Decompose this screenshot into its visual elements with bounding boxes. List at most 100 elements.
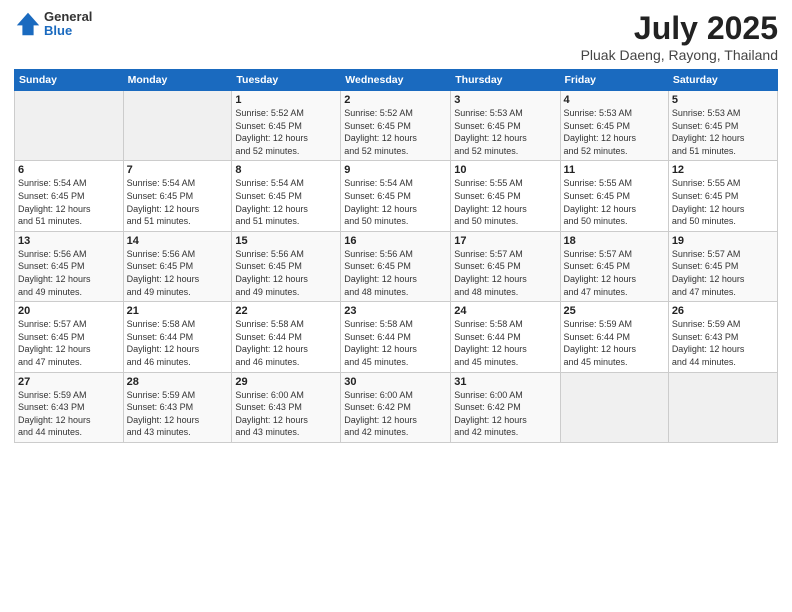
day-number: 16 — [344, 235, 447, 247]
day-number: 24 — [454, 305, 556, 317]
calendar-cell: 9Sunrise: 5:54 AM Sunset: 6:45 PM Daylig… — [341, 161, 451, 231]
day-info: Sunrise: 5:55 AM Sunset: 6:45 PM Dayligh… — [564, 177, 665, 227]
calendar-cell: 17Sunrise: 5:57 AM Sunset: 6:45 PM Dayli… — [451, 231, 560, 301]
day-number: 10 — [454, 164, 556, 176]
weekday-header: Saturday — [668, 70, 777, 91]
day-number: 25 — [564, 305, 665, 317]
weekday-header: Tuesday — [232, 70, 341, 91]
day-info: Sunrise: 5:57 AM Sunset: 6:45 PM Dayligh… — [672, 248, 774, 298]
weekday-header: Thursday — [451, 70, 560, 91]
weekday-header: Monday — [123, 70, 232, 91]
calendar-cell: 2Sunrise: 5:52 AM Sunset: 6:45 PM Daylig… — [341, 91, 451, 161]
calendar-week-row: 20Sunrise: 5:57 AM Sunset: 6:45 PM Dayli… — [15, 302, 778, 372]
day-number: 12 — [672, 164, 774, 176]
calendar-cell: 23Sunrise: 5:58 AM Sunset: 6:44 PM Dayli… — [341, 302, 451, 372]
calendar-cell: 5Sunrise: 5:53 AM Sunset: 6:45 PM Daylig… — [668, 91, 777, 161]
day-info: Sunrise: 5:59 AM Sunset: 6:43 PM Dayligh… — [672, 318, 774, 368]
day-info: Sunrise: 5:54 AM Sunset: 6:45 PM Dayligh… — [235, 177, 337, 227]
day-info: Sunrise: 5:55 AM Sunset: 6:45 PM Dayligh… — [672, 177, 774, 227]
calendar-cell: 26Sunrise: 5:59 AM Sunset: 6:43 PM Dayli… — [668, 302, 777, 372]
calendar-cell: 19Sunrise: 5:57 AM Sunset: 6:45 PM Dayli… — [668, 231, 777, 301]
calendar-cell: 30Sunrise: 6:00 AM Sunset: 6:42 PM Dayli… — [341, 372, 451, 442]
day-info: Sunrise: 5:53 AM Sunset: 6:45 PM Dayligh… — [564, 107, 665, 157]
day-info: Sunrise: 5:56 AM Sunset: 6:45 PM Dayligh… — [127, 248, 229, 298]
day-number: 17 — [454, 235, 556, 247]
day-number: 29 — [235, 376, 337, 388]
day-info: Sunrise: 6:00 AM Sunset: 6:42 PM Dayligh… — [344, 389, 447, 439]
calendar-cell: 10Sunrise: 5:55 AM Sunset: 6:45 PM Dayli… — [451, 161, 560, 231]
day-info: Sunrise: 6:00 AM Sunset: 6:42 PM Dayligh… — [454, 389, 556, 439]
logo-text: General Blue — [44, 10, 92, 39]
day-info: Sunrise: 5:58 AM Sunset: 6:44 PM Dayligh… — [344, 318, 447, 368]
day-number: 11 — [564, 164, 665, 176]
day-number: 30 — [344, 376, 447, 388]
calendar-cell: 21Sunrise: 5:58 AM Sunset: 6:44 PM Dayli… — [123, 302, 232, 372]
calendar-cell: 18Sunrise: 5:57 AM Sunset: 6:45 PM Dayli… — [560, 231, 668, 301]
calendar-cell: 31Sunrise: 6:00 AM Sunset: 6:42 PM Dayli… — [451, 372, 560, 442]
day-info: Sunrise: 5:52 AM Sunset: 6:45 PM Dayligh… — [235, 107, 337, 157]
calendar-cell: 28Sunrise: 5:59 AM Sunset: 6:43 PM Dayli… — [123, 372, 232, 442]
day-info: Sunrise: 5:57 AM Sunset: 6:45 PM Dayligh… — [18, 318, 120, 368]
day-number: 19 — [672, 235, 774, 247]
calendar-cell: 4Sunrise: 5:53 AM Sunset: 6:45 PM Daylig… — [560, 91, 668, 161]
title-block: July 2025 Pluak Daeng, Rayong, Thailand — [581, 10, 778, 63]
calendar-cell: 3Sunrise: 5:53 AM Sunset: 6:45 PM Daylig… — [451, 91, 560, 161]
day-number: 5 — [672, 94, 774, 106]
calendar-week-row: 6Sunrise: 5:54 AM Sunset: 6:45 PM Daylig… — [15, 161, 778, 231]
page-header: General Blue July 2025 Pluak Daeng, Rayo… — [14, 10, 778, 63]
day-info: Sunrise: 5:53 AM Sunset: 6:45 PM Dayligh… — [454, 107, 556, 157]
weekday-header-row: SundayMondayTuesdayWednesdayThursdayFrid… — [15, 70, 778, 91]
calendar-cell: 29Sunrise: 6:00 AM Sunset: 6:43 PM Dayli… — [232, 372, 341, 442]
logo-blue: Blue — [44, 24, 92, 38]
day-info: Sunrise: 5:59 AM Sunset: 6:43 PM Dayligh… — [18, 389, 120, 439]
day-info: Sunrise: 5:57 AM Sunset: 6:45 PM Dayligh… — [564, 248, 665, 298]
day-number: 8 — [235, 164, 337, 176]
calendar-cell: 8Sunrise: 5:54 AM Sunset: 6:45 PM Daylig… — [232, 161, 341, 231]
calendar-cell: 16Sunrise: 5:56 AM Sunset: 6:45 PM Dayli… — [341, 231, 451, 301]
day-info: Sunrise: 5:52 AM Sunset: 6:45 PM Dayligh… — [344, 107, 447, 157]
day-info: Sunrise: 5:56 AM Sunset: 6:45 PM Dayligh… — [344, 248, 447, 298]
day-info: Sunrise: 5:54 AM Sunset: 6:45 PM Dayligh… — [127, 177, 229, 227]
day-number: 4 — [564, 94, 665, 106]
day-number: 2 — [344, 94, 447, 106]
weekday-header: Friday — [560, 70, 668, 91]
day-number: 21 — [127, 305, 229, 317]
day-number: 18 — [564, 235, 665, 247]
subtitle: Pluak Daeng, Rayong, Thailand — [581, 47, 778, 63]
weekday-header: Wednesday — [341, 70, 451, 91]
calendar-cell — [560, 372, 668, 442]
day-info: Sunrise: 6:00 AM Sunset: 6:43 PM Dayligh… — [235, 389, 337, 439]
weekday-header: Sunday — [15, 70, 124, 91]
day-info: Sunrise: 5:59 AM Sunset: 6:44 PM Dayligh… — [564, 318, 665, 368]
day-info: Sunrise: 5:58 AM Sunset: 6:44 PM Dayligh… — [127, 318, 229, 368]
day-info: Sunrise: 5:58 AM Sunset: 6:44 PM Dayligh… — [454, 318, 556, 368]
calendar-cell: 7Sunrise: 5:54 AM Sunset: 6:45 PM Daylig… — [123, 161, 232, 231]
calendar-week-row: 13Sunrise: 5:56 AM Sunset: 6:45 PM Dayli… — [15, 231, 778, 301]
calendar-cell: 13Sunrise: 5:56 AM Sunset: 6:45 PM Dayli… — [15, 231, 124, 301]
calendar-cell: 25Sunrise: 5:59 AM Sunset: 6:44 PM Dayli… — [560, 302, 668, 372]
main-title: July 2025 — [581, 10, 778, 47]
day-info: Sunrise: 5:54 AM Sunset: 6:45 PM Dayligh… — [18, 177, 120, 227]
calendar-cell: 24Sunrise: 5:58 AM Sunset: 6:44 PM Dayli… — [451, 302, 560, 372]
calendar-cell: 22Sunrise: 5:58 AM Sunset: 6:44 PM Dayli… — [232, 302, 341, 372]
calendar-week-row: 27Sunrise: 5:59 AM Sunset: 6:43 PM Dayli… — [15, 372, 778, 442]
day-info: Sunrise: 5:57 AM Sunset: 6:45 PM Dayligh… — [454, 248, 556, 298]
calendar-cell — [668, 372, 777, 442]
day-number: 3 — [454, 94, 556, 106]
day-info: Sunrise: 5:53 AM Sunset: 6:45 PM Dayligh… — [672, 107, 774, 157]
day-number: 9 — [344, 164, 447, 176]
logo-general: General — [44, 10, 92, 24]
day-number: 28 — [127, 376, 229, 388]
day-number: 23 — [344, 305, 447, 317]
day-number: 31 — [454, 376, 556, 388]
day-number: 27 — [18, 376, 120, 388]
calendar-cell: 20Sunrise: 5:57 AM Sunset: 6:45 PM Dayli… — [15, 302, 124, 372]
calendar-cell: 15Sunrise: 5:56 AM Sunset: 6:45 PM Dayli… — [232, 231, 341, 301]
day-info: Sunrise: 5:54 AM Sunset: 6:45 PM Dayligh… — [344, 177, 447, 227]
calendar-table: SundayMondayTuesdayWednesdayThursdayFrid… — [14, 69, 778, 443]
calendar-cell: 27Sunrise: 5:59 AM Sunset: 6:43 PM Dayli… — [15, 372, 124, 442]
day-info: Sunrise: 5:59 AM Sunset: 6:43 PM Dayligh… — [127, 389, 229, 439]
calendar-cell: 11Sunrise: 5:55 AM Sunset: 6:45 PM Dayli… — [560, 161, 668, 231]
day-info: Sunrise: 5:55 AM Sunset: 6:45 PM Dayligh… — [454, 177, 556, 227]
day-number: 15 — [235, 235, 337, 247]
